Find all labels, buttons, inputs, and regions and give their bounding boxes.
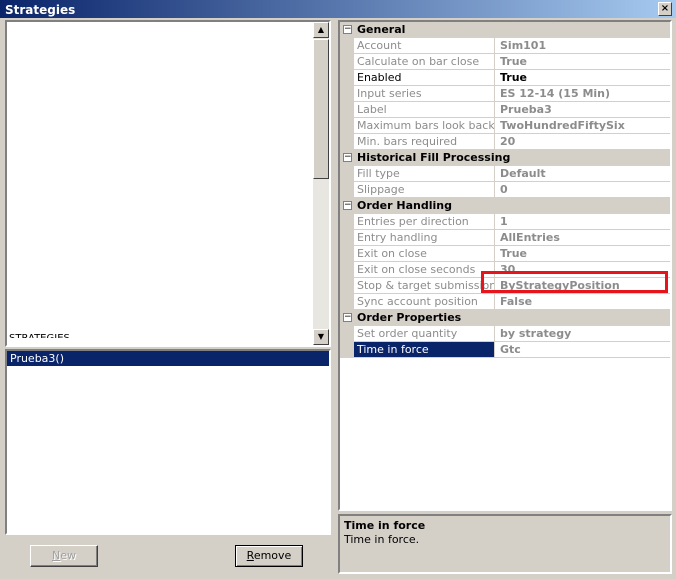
property-name[interactable]: Exit on close [354, 246, 495, 261]
category-label: General [357, 23, 406, 36]
highlight-annotation [481, 271, 668, 293]
help-description: Time in force. [344, 533, 420, 546]
collapse-icon[interactable]: − [343, 25, 352, 34]
category-header[interactable]: − Historical Fill Processing [340, 150, 670, 166]
category-label: Order Handling [357, 199, 452, 212]
category-label: Historical Fill Processing [357, 151, 511, 164]
window-title: Strategies [5, 3, 76, 17]
property-name[interactable]: Entry handling [354, 230, 495, 245]
property-value[interactable]: Gtc [496, 342, 670, 357]
property-name[interactable]: Slippage [354, 182, 495, 197]
row-gutter [340, 262, 354, 278]
row-gutter [340, 214, 354, 230]
row-gutter [340, 38, 354, 54]
category-header[interactable]: − Order Properties [340, 310, 670, 326]
row-gutter [340, 102, 354, 118]
property-name[interactable]: Set order quantity [354, 326, 495, 341]
property-row[interactable]: Set order quantity by strategy [340, 326, 670, 342]
property-row[interactable]: Min. bars required 20 [340, 134, 670, 150]
row-gutter [340, 246, 354, 262]
close-icon[interactable]: × [658, 2, 672, 16]
strategy-list-item[interactable]: Prueba3() [7, 351, 329, 366]
property-value[interactable]: TwoHundredFiftySix [496, 118, 670, 133]
property-name[interactable]: Time in force [354, 342, 495, 357]
window-titlebar: Strategies × [0, 0, 676, 18]
row-gutter [340, 326, 354, 342]
property-name[interactable]: Min. bars required [354, 134, 495, 149]
category-header[interactable]: − General [340, 22, 670, 38]
row-gutter [340, 182, 354, 198]
scroll-down-icon[interactable]: ▼ [313, 329, 329, 345]
collapse-icon[interactable]: − [343, 153, 352, 162]
row-gutter [340, 166, 354, 182]
row-gutter [340, 86, 354, 102]
row-gutter [340, 230, 354, 246]
row-gutter [340, 134, 354, 150]
property-value[interactable]: True [496, 54, 670, 69]
property-name[interactable]: Enabled [354, 70, 495, 85]
strategy-list[interactable]: STRATEGIES ▲ ▼ [5, 20, 331, 347]
property-value[interactable]: False [496, 294, 670, 309]
property-name[interactable]: Account [354, 38, 495, 53]
remove-button[interactable]: Remove [235, 545, 303, 567]
clipped-list-item: STRATEGIES [9, 334, 70, 338]
row-gutter [340, 118, 354, 134]
property-name[interactable]: Input series [354, 86, 495, 101]
property-name[interactable]: Label [354, 102, 495, 117]
property-name[interactable]: Sync account position [354, 294, 495, 309]
property-row[interactable]: Input series ES 12-14 (15 Min) [340, 86, 670, 102]
row-gutter [340, 278, 354, 294]
property-value[interactable]: ES 12-14 (15 Min) [496, 86, 670, 101]
scroll-up-icon[interactable]: ▲ [313, 22, 329, 38]
property-name[interactable]: Calculate on bar close [354, 54, 495, 69]
property-value[interactable]: Sim101 [496, 38, 670, 53]
property-row[interactable]: Maximum bars look back TwoHundredFiftySix [340, 118, 670, 134]
property-value[interactable]: AllEntries [496, 230, 670, 245]
property-row[interactable]: Exit on close True [340, 246, 670, 262]
collapse-icon[interactable]: − [343, 201, 352, 210]
property-value[interactable]: 1 [496, 214, 670, 229]
configured-strategies-list[interactable]: Prueba3() [5, 349, 331, 535]
property-row[interactable]: Label Prueba3 [340, 102, 670, 118]
property-value[interactable]: 0 [496, 182, 670, 197]
property-row[interactable]: Entries per direction 1 [340, 214, 670, 230]
new-button[interactable]: New [30, 545, 98, 567]
property-name[interactable]: Exit on close seconds [354, 262, 495, 277]
property-row[interactable]: Time in force Gtc [340, 342, 670, 358]
property-grid[interactable]: − General Account Sim101 Calculate on bar cl… [338, 20, 672, 511]
property-value[interactable]: Prueba3 [496, 102, 670, 117]
property-name[interactable]: Fill type [354, 166, 495, 181]
property-value[interactable]: Default [496, 166, 670, 181]
property-name[interactable]: Stop & target submission [354, 278, 495, 293]
help-title: Time in force [344, 519, 426, 532]
property-row[interactable]: Enabled True [340, 70, 670, 86]
property-value[interactable]: True [496, 70, 670, 85]
category-label: Order Properties [357, 311, 462, 324]
property-value[interactable]: True [496, 246, 670, 261]
property-row[interactable]: Slippage 0 [340, 182, 670, 198]
property-row[interactable]: Sync account position False [340, 294, 670, 310]
property-value[interactable]: by strategy [496, 326, 670, 341]
category-header[interactable]: − Order Handling [340, 198, 670, 214]
help-pane: Time in force Time in force. [338, 514, 672, 574]
row-gutter [340, 342, 354, 358]
row-gutter [340, 54, 354, 70]
property-name[interactable]: Entries per direction [354, 214, 495, 229]
property-row[interactable]: Calculate on bar close True [340, 54, 670, 70]
collapse-icon[interactable]: − [343, 313, 352, 322]
property-row[interactable]: Fill type Default [340, 166, 670, 182]
property-name[interactable]: Maximum bars look back [354, 118, 495, 133]
row-gutter [340, 294, 354, 310]
row-gutter [340, 70, 354, 86]
scrollbar-thumb[interactable] [313, 39, 329, 179]
property-row[interactable]: Entry handling AllEntries [340, 230, 670, 246]
vertical-scrollbar[interactable]: ▲ ▼ [313, 22, 329, 345]
property-row[interactable]: Account Sim101 [340, 38, 670, 54]
property-value[interactable]: 20 [496, 134, 670, 149]
